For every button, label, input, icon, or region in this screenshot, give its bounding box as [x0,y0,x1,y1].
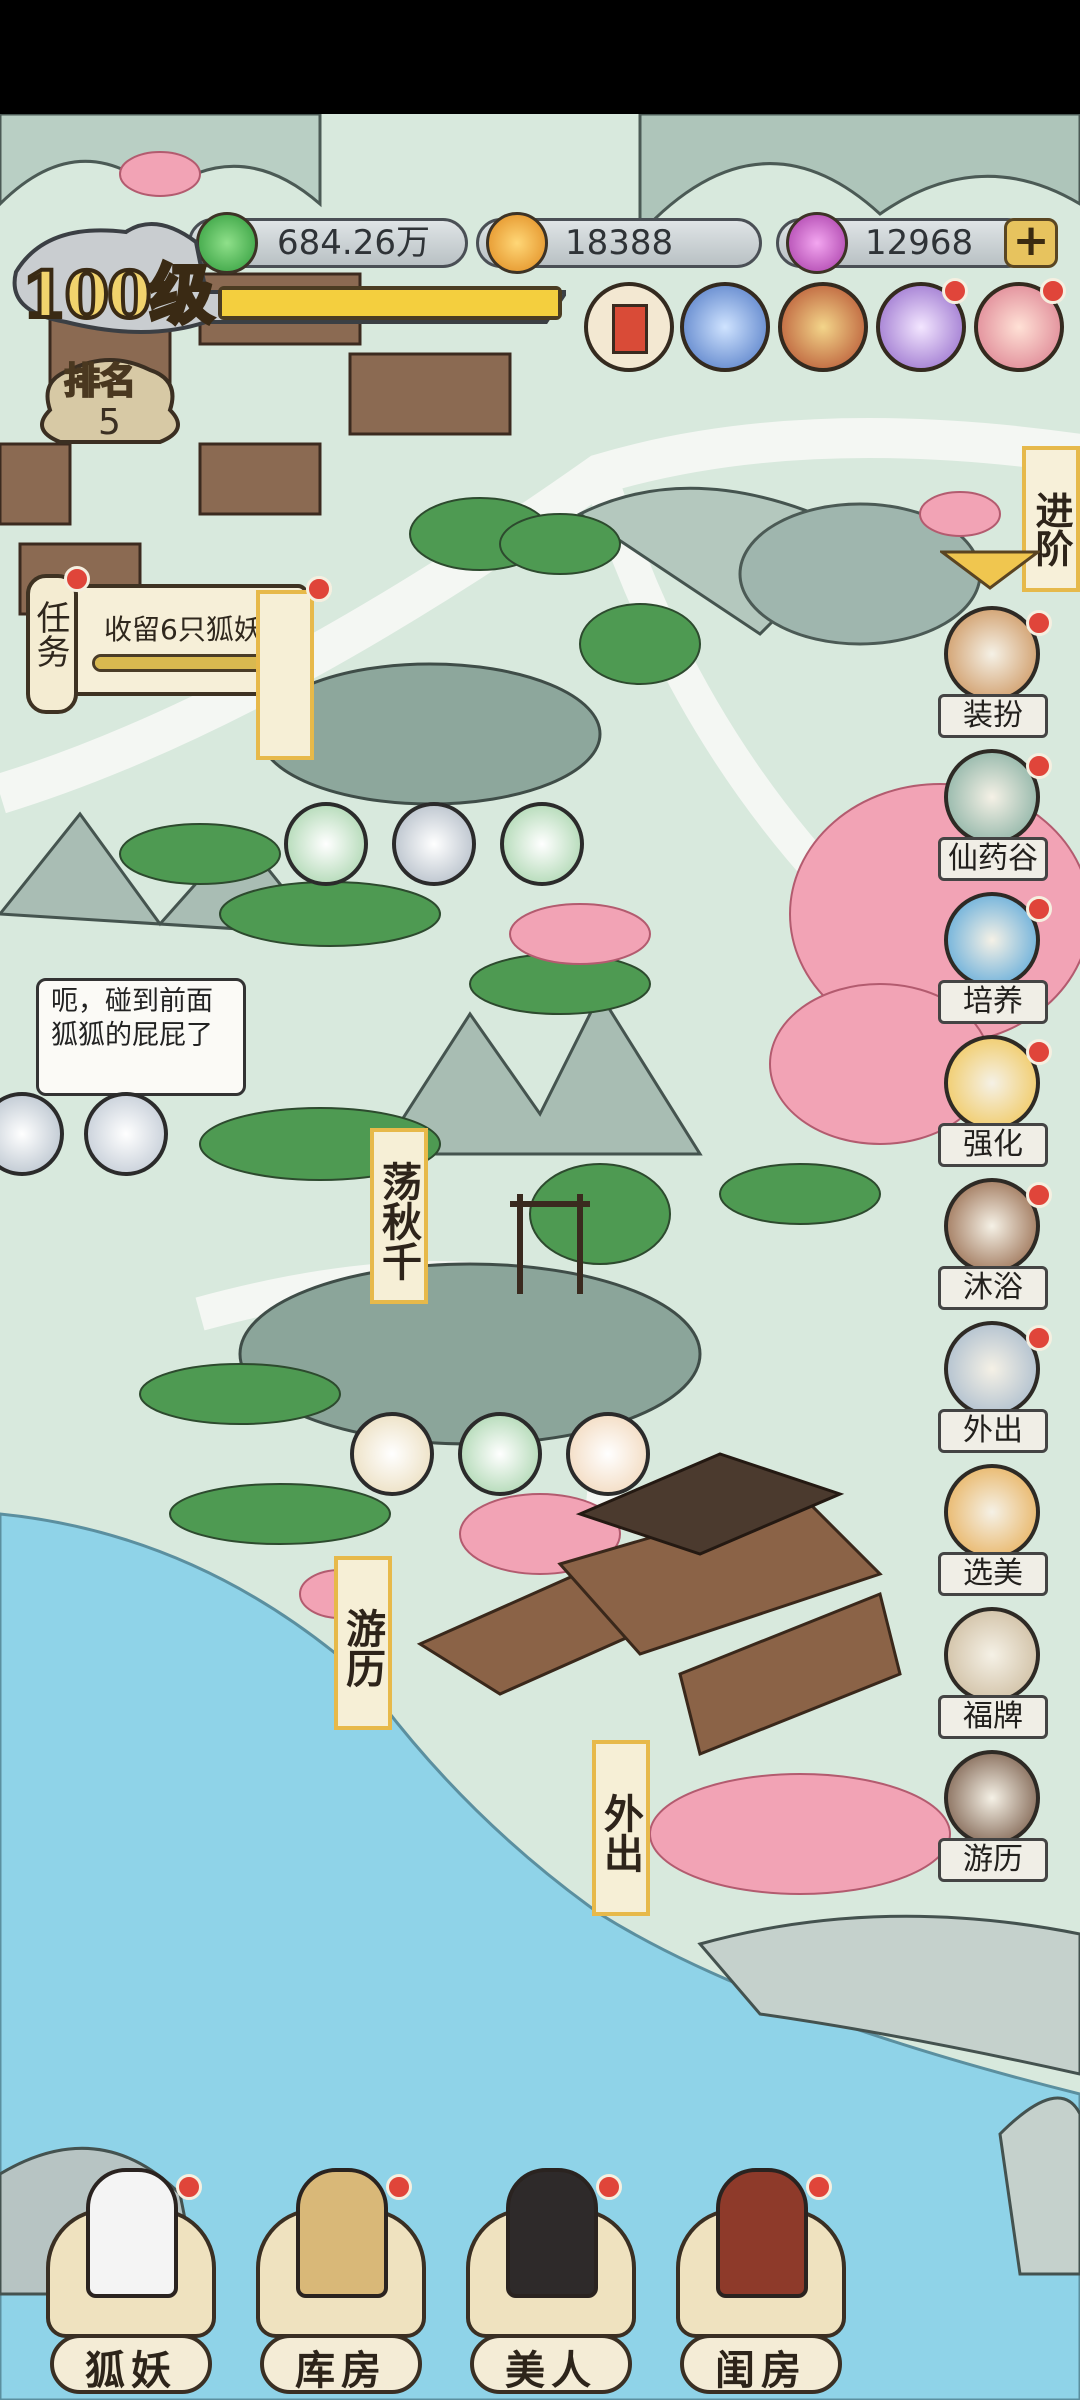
side-menu-item[interactable]: 仙药谷 [932,749,1052,881]
side-menu-item[interactable]: 外出 [932,1321,1052,1453]
treasure-box-icon[interactable] [778,282,868,372]
rank-value: 5 [98,402,121,443]
lucky-plate-icon [944,1607,1040,1703]
side-menu-label: 沐浴 [938,1266,1048,1310]
map-plaque-partial [256,590,314,760]
gold-currency-value: 18388 [565,223,674,263]
notification-dot [1026,1182,1052,1208]
notification-dot [1026,610,1052,636]
side-menu-item[interactable]: 沐浴 [932,1178,1052,1310]
side-menu-item[interactable]: 培养 [932,892,1052,1024]
bottom-nav-item[interactable]: 闺房 [666,2168,856,2400]
notification-dot [942,278,968,304]
treasure-bag-icon [296,2168,388,2298]
white-fox-icon [86,2168,178,2298]
player-level[interactable]: 100级 [20,244,216,336]
notification-dot [1026,1039,1052,1065]
side-menu-item[interactable]: 强化 [932,1035,1052,1167]
swing-plaque[interactable]: 荡秋千 [370,1128,428,1304]
boudoir-icon [716,2168,808,2298]
task-text: 收留6只狐妖 [104,613,262,646]
fox-avatar[interactable] [392,802,476,886]
notification-dot [1026,896,1052,922]
notification-dot [306,576,332,602]
notification-dot [596,2174,622,2200]
purple-gem-icon [786,212,848,274]
notification-dot [64,566,90,592]
game-scene: 684.26万 18388 12968 + 100级 排名 5 进阶 任务 收留… [0,0,1080,2400]
nav-label: 库房 [295,2347,387,2394]
xp-bar [218,286,562,320]
notification-dot [386,2174,412,2200]
xp-bar-fill [222,290,558,316]
outing-plaque[interactable]: 外出 [592,1740,650,1916]
side-menu-item[interactable]: 游历 [932,1750,1050,1882]
bottom-nav-item[interactable]: 狐妖 [36,2168,226,2400]
speech-bubble: 呃，碰到前面狐狐的屁屁了 [36,978,246,1096]
notification-dot [176,2174,202,2200]
side-menu-label: 培养 [938,980,1048,1024]
gold-fox-icon [944,1464,1040,1560]
side-menu-label: 选美 [938,1552,1048,1596]
add-currency-button[interactable]: + [1004,218,1058,268]
boat-icon [944,1750,1040,1846]
notification-dot [806,2174,832,2200]
notification-dot [1026,753,1052,779]
nav-label: 闺房 [715,2347,807,2394]
map-background [0,114,1080,2400]
beauty-icon [506,2168,598,2298]
rank-label: 排名 [63,360,137,403]
scroll-icon[interactable] [584,282,674,372]
task-side-label: 任务 [30,600,70,668]
fox-avatar[interactable] [566,1412,650,1496]
side-menu-item[interactable]: 福牌 [932,1607,1050,1739]
side-menu-item[interactable]: 装扮 [932,606,1052,738]
side-menu-label: 装扮 [938,694,1048,738]
nav-label: 狐妖 [85,2347,177,2394]
side-menu-label: 强化 [938,1123,1048,1167]
side-menu-item[interactable]: 选美 [932,1464,1050,1596]
side-menu-label: 游历 [938,1838,1048,1882]
side-menu-label: 仙药谷 [938,837,1048,881]
side-menu-label: 福牌 [938,1695,1048,1739]
fox-avatar[interactable] [284,802,368,886]
advance-arrow-icon [940,550,1040,590]
fox-avatar[interactable] [458,1412,542,1496]
gem-currency-value: 12968 [865,223,974,263]
nav-label: 美人 [505,2347,597,2394]
notification-dot [1040,278,1066,304]
travel-plaque[interactable]: 游历 [334,1556,392,1730]
side-menu-label: 外出 [938,1409,1048,1453]
fox-avatar[interactable] [500,802,584,886]
bottom-nav-item[interactable]: 库房 [246,2168,436,2400]
task-progress-fill [95,657,266,669]
status-bar [0,0,1080,114]
gear-icon[interactable] [680,282,770,372]
notification-dot [1026,1325,1052,1351]
fox-avatar[interactable] [350,1412,434,1496]
bottom-nav-item[interactable]: 美人 [456,2168,646,2400]
fox-avatar[interactable] [84,1092,168,1176]
